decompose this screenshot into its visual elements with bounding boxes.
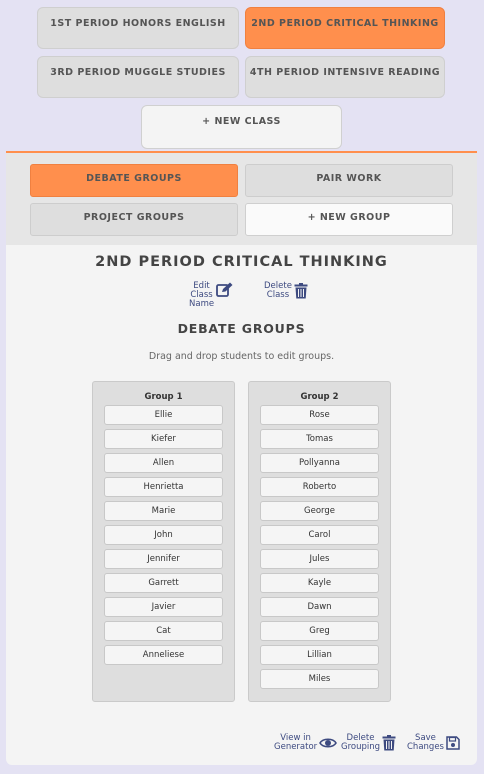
- edit-icon: [216, 282, 233, 297]
- save-label-line2: Changes: [407, 742, 444, 752]
- student-card[interactable]: Kiefer: [104, 429, 223, 449]
- student-card[interactable]: Jules: [260, 549, 379, 569]
- student-card[interactable]: Cat: [104, 621, 223, 641]
- student-card[interactable]: Ellie: [104, 405, 223, 425]
- grouping-tabs: DEBATE GROUPS PAIR WORK PROJECT GROUPS +…: [6, 153, 477, 245]
- group-name: Group 1: [144, 392, 183, 402]
- grouping-tab-debate-groups[interactable]: DEBATE GROUPS: [30, 164, 238, 197]
- student-card[interactable]: Javier: [104, 597, 223, 617]
- class-title: 2ND PERIOD CRITICAL THINKING: [95, 254, 388, 270]
- group-name: Group 2: [300, 392, 339, 402]
- class-tab-1st-period[interactable]: 1ST PERIOD HONORS ENGLISH: [37, 7, 239, 49]
- class-panel: DEBATE GROUPS PAIR WORK PROJECT GROUPS +…: [6, 151, 477, 765]
- delete-class-label: Delete Class: [264, 282, 292, 300]
- student-card[interactable]: Allen: [104, 453, 223, 473]
- student-card[interactable]: Greg: [260, 621, 379, 641]
- student-card[interactable]: Kayle: [260, 573, 379, 593]
- new-group-button[interactable]: + NEW GROUP: [245, 203, 453, 236]
- student-card[interactable]: Lillian: [260, 645, 379, 665]
- student-card[interactable]: Marie: [104, 501, 223, 521]
- group-box-1[interactable]: Group 1 Ellie Kiefer Allen Henrietta Marie Jo…: [92, 381, 235, 702]
- student-card[interactable]: John: [104, 525, 223, 545]
- trash-icon: [382, 735, 396, 751]
- student-card[interactable]: Garrett: [104, 573, 223, 593]
- class-tab-4th-period[interactable]: 4TH PERIOD INTENSIVE READING: [245, 56, 445, 98]
- edit-class-name-button[interactable]: Edit Class Name: [189, 282, 233, 309]
- delete-class-button[interactable]: Delete Class: [264, 282, 308, 300]
- view-in-generator-button[interactable]: View in Generator: [274, 734, 338, 752]
- student-card[interactable]: Tomas: [260, 429, 379, 449]
- student-card[interactable]: Roberto: [260, 477, 379, 497]
- student-card[interactable]: George: [260, 501, 379, 521]
- student-card[interactable]: Pollyanna: [260, 453, 379, 473]
- edit-label-line3: Name: [189, 299, 215, 309]
- delete-grouping-button[interactable]: Delete Grouping: [341, 734, 396, 752]
- student-card[interactable]: Henrietta: [104, 477, 223, 497]
- class-tab-3rd-period[interactable]: 3RD PERIOD MUGGLE STUDIES: [37, 56, 239, 98]
- delete-class-label-line2: Class: [266, 290, 290, 300]
- student-card[interactable]: Dawn: [260, 597, 379, 617]
- view-label-line2: Generator: [274, 742, 318, 752]
- instructions: Drag and drop students to edit groups.: [148, 351, 335, 362]
- student-card[interactable]: Rose: [260, 405, 379, 425]
- view-in-generator-label: View in Generator: [274, 734, 317, 752]
- class-tab-2nd-period[interactable]: 2ND PERIOD CRITICAL THINKING: [245, 7, 445, 49]
- group-box-2[interactable]: Group 2 Rose Tomas Pollyanna Roberto George C…: [248, 381, 391, 702]
- delete-grouping-line2: Grouping: [341, 742, 381, 752]
- student-list: Rose Tomas Pollyanna Roberto George Carol Jule…: [249, 405, 390, 689]
- eye-icon: [319, 738, 338, 748]
- edit-class-name-label: Edit Class Name: [189, 282, 214, 309]
- student-card[interactable]: Anneliese: [104, 645, 223, 665]
- new-class-button[interactable]: + NEW CLASS: [141, 105, 342, 149]
- grouping-tab-pair-work[interactable]: PAIR WORK: [245, 164, 453, 197]
- student-card[interactable]: Miles: [260, 669, 379, 689]
- student-card[interactable]: Jennifer: [104, 549, 223, 569]
- student-card[interactable]: Carol: [260, 525, 379, 545]
- grouping-title: DEBATE GROUPS: [177, 321, 306, 336]
- delete-grouping-label: Delete Grouping: [341, 734, 380, 752]
- trash-icon: [294, 283, 308, 299]
- save-changes-button[interactable]: Save Changes: [407, 734, 460, 752]
- save-icon: [446, 736, 460, 750]
- grouping-tab-project-groups[interactable]: PROJECT GROUPS: [30, 203, 238, 236]
- student-list: Ellie Kiefer Allen Henrietta Marie John Jennif…: [93, 405, 234, 665]
- save-changes-label: Save Changes: [407, 734, 444, 752]
